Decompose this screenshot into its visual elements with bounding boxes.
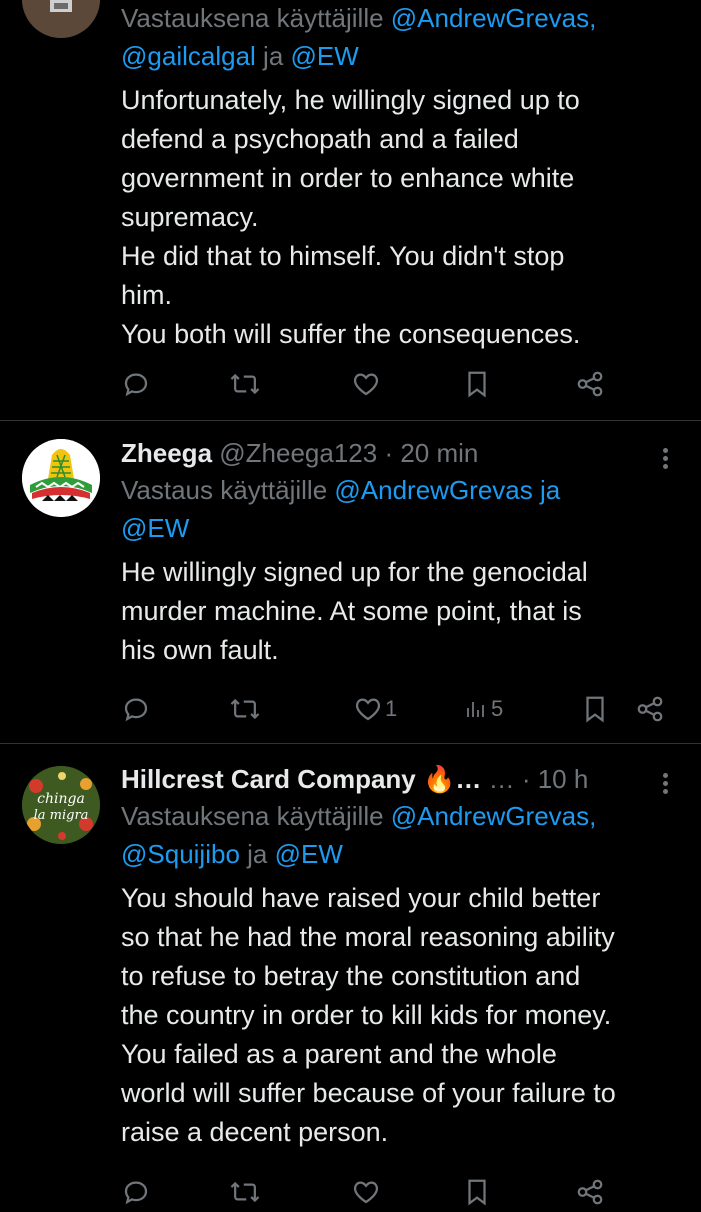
reply-prefix: Vastauksena käyttäjille <box>121 3 391 33</box>
like-button[interactable] <box>351 1172 381 1212</box>
tweet-1[interactable]: Vastauksena käyttäjille @AndrewGrevas, @… <box>0 0 701 420</box>
like-icon <box>353 373 379 396</box>
tweet-text: You should have raised your child better… <box>121 879 681 1152</box>
tweet-text-line: his own fault. <box>121 635 279 665</box>
share-icon <box>577 1179 603 1205</box>
timestamp[interactable]: 20 min <box>400 438 478 468</box>
sombrero-avatar-image <box>22 439 100 517</box>
bookmark-icon <box>468 1179 486 1206</box>
share-button[interactable] <box>575 1172 605 1212</box>
mention-andrewgrevas[interactable]: @AndrewGrevas <box>334 475 532 505</box>
tweet-text: He willingly signed up for the genocidal… <box>121 553 681 670</box>
tweet-header: Zheega @Zheega123 · 20 min <box>121 435 681 471</box>
reply-icon <box>124 1181 148 1205</box>
tweet-text-line: to refuse to betray the constitution and <box>121 961 581 991</box>
floral-avatar-image: chinga la migra <box>22 766 100 844</box>
tweet-text-line: raise a decent person. <box>121 1117 389 1147</box>
tweet-header: Hillcrest Card Company 🔥… … · 10 h <box>121 761 681 797</box>
more-options-icon[interactable] <box>663 445 671 472</box>
mention-ew[interactable]: @EW <box>291 41 359 71</box>
name-emoji-fire-icon: 🔥… <box>422 764 482 794</box>
more-options-icon[interactable] <box>663 770 671 797</box>
mention-gailcalgal[interactable]: @gailcalgal <box>121 41 256 71</box>
like-icon <box>353 1181 379 1204</box>
reply-join: ja <box>532 475 561 505</box>
reply-context: Vastauksena käyttäjille @AndrewGrevas, @… <box>121 0 681 75</box>
action-bar <box>121 1172 641 1212</box>
bookmark-button[interactable] <box>463 1172 491 1212</box>
share-button[interactable] <box>635 689 665 729</box>
tweet-text-line: You both will suffer the consequences. <box>121 319 581 349</box>
bookmark-icon <box>586 696 604 723</box>
handle[interactable]: … <box>489 764 515 794</box>
retweet-button[interactable] <box>229 364 261 404</box>
like-button[interactable]: 1 <box>353 689 397 729</box>
reply-context: Vastauksena käyttäjille @AndrewGrevas, @… <box>121 797 681 873</box>
tweet-text-line: him. <box>121 280 173 310</box>
retweet-icon <box>230 1181 260 1203</box>
avatar-text-line: la migra <box>34 808 89 823</box>
share-icon <box>637 696 663 722</box>
reply-join: ja <box>239 839 275 869</box>
tweet-text-line: You failed as a parent and the whole <box>121 1039 557 1069</box>
action-bar <box>121 364 641 404</box>
tweet-text: Unfortunately, he willingly signed up to… <box>121 81 681 354</box>
mention-ew[interactable]: @EW <box>121 513 189 543</box>
action-bar: 1 5 <box>121 689 666 729</box>
avatar-zheega[interactable] <box>22 439 100 517</box>
share-icon <box>577 371 603 397</box>
mention-ew[interactable]: @EW <box>275 839 343 869</box>
tweet-text-line: supremacy. <box>121 202 259 232</box>
reply-icon <box>124 698 148 722</box>
tweet-3[interactable]: chinga la migra Hillcrest Card Company 🔥… <box>0 744 701 1206</box>
reply-icon <box>124 373 148 397</box>
mention-squijibo[interactable]: @Squijibo <box>121 839 240 869</box>
bookmark-button[interactable] <box>581 689 609 729</box>
display-name[interactable]: Zheega <box>121 438 212 468</box>
retweet-button[interactable] <box>229 689 261 729</box>
tweet-text-line: government in order to enhance white <box>121 163 575 193</box>
reply-prefix: Vastauksena käyttäjille <box>121 801 391 831</box>
avatar-hillcrest[interactable]: chinga la migra <box>22 766 100 844</box>
reply-prefix: Vastaus käyttäjille <box>121 475 335 505</box>
bookmark-button[interactable] <box>463 364 491 404</box>
tweet-text-line: defend a psychopath and a failed <box>121 124 519 154</box>
like-button[interactable] <box>351 364 381 404</box>
mention-andrewgrevas[interactable]: @AndrewGrevas, <box>391 801 597 831</box>
timestamp[interactable]: 10 h <box>538 764 589 794</box>
display-name[interactable]: Hillcrest Card Company <box>121 764 416 794</box>
avatar[interactable] <box>22 0 100 38</box>
mention-andrewgrevas[interactable]: @AndrewGrevas, <box>391 3 597 33</box>
views-icon <box>467 702 484 717</box>
tweet-text-line: He did that to himself. You didn't stop <box>121 241 565 271</box>
like-count: 1 <box>385 696 398 721</box>
retweet-icon <box>230 698 260 720</box>
views-button[interactable]: 5 <box>465 689 503 729</box>
tweet-text-line: Unfortunately, he willingly signed up to <box>121 85 580 115</box>
reply-context: Vastaus käyttäjille @AndrewGrevas ja @EW <box>121 471 681 547</box>
reply-button[interactable] <box>121 364 151 404</box>
reply-button[interactable] <box>121 689 151 729</box>
tweet-text-line: the country in order to kill kids for mo… <box>121 1000 612 1030</box>
tweet-text-line: murder machine. At some point, that is <box>121 596 582 626</box>
tweet-text-line: He willingly signed up for the genocidal <box>121 557 588 587</box>
tweet-text-line: You should have raised your child better <box>121 883 601 913</box>
retweet-icon <box>230 373 260 395</box>
separator: · <box>377 438 401 468</box>
reply-join: ja <box>255 41 291 71</box>
reply-button[interactable] <box>121 1172 151 1212</box>
handle[interactable]: @Zheega123 <box>219 438 377 468</box>
share-button[interactable] <box>575 364 605 404</box>
tweet-2[interactable]: Zheega @Zheega123 · 20 min Vastaus käytt… <box>0 421 701 743</box>
separator: · <box>514 764 538 794</box>
views-count: 5 <box>491 696 504 721</box>
avatar-image <box>22 0 100 38</box>
tweet-text-line: world will suffer because of your failur… <box>121 1078 616 1108</box>
tweet-text-line: so that he had the moral reasoning abili… <box>121 922 615 952</box>
like-icon <box>355 698 381 721</box>
bookmark-icon <box>468 371 486 398</box>
retweet-button[interactable] <box>229 1172 261 1212</box>
avatar-text-line: chinga <box>37 791 85 807</box>
